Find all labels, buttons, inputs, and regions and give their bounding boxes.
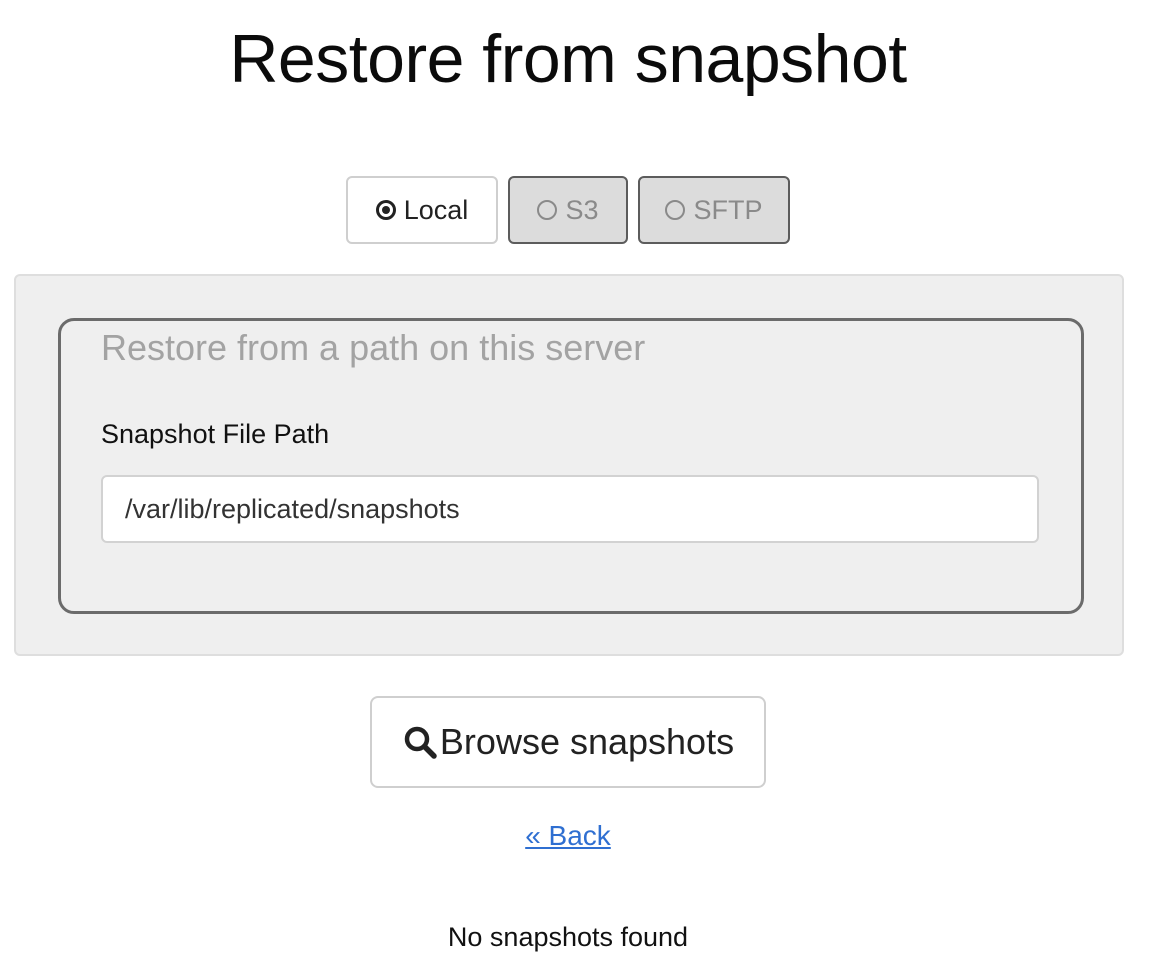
- back-link[interactable]: « Back: [525, 820, 611, 851]
- fieldset-legend: Restore from a path on this server: [101, 327, 646, 368]
- radio-unselected-icon: [665, 200, 686, 220]
- tab-local-label: Local: [403, 194, 469, 225]
- status-message: No snapshots found: [447, 922, 689, 952]
- snapshot-path-label: Snapshot File Path: [101, 419, 330, 449]
- local-source-panel: Restore from a path on this server Snaps…: [14, 274, 1124, 656]
- tab-sftp[interactable]: SFTP: [638, 176, 790, 244]
- restore-page: Restore from snapshot Local S3 SFTP Rest…: [0, 0, 1160, 972]
- local-fieldset: Restore from a path on this server Snaps…: [58, 318, 1084, 614]
- tab-local[interactable]: Local: [346, 176, 498, 244]
- browse-snapshots-button[interactable]: Browse snapshots: [370, 696, 766, 788]
- back-link-row: « Back: [0, 820, 1136, 852]
- source-tabs: Local S3 SFTP: [346, 176, 790, 244]
- tab-sftp-label: SFTP: [693, 194, 763, 225]
- snapshot-path-input[interactable]: [101, 475, 1039, 543]
- browse-snapshots-label: Browse snapshots: [439, 721, 735, 762]
- tab-s3[interactable]: S3: [508, 176, 628, 244]
- page-title: Restore from snapshot: [229, 21, 907, 97]
- search-icon: [402, 724, 438, 760]
- radio-selected-icon: [375, 200, 396, 220]
- tab-s3-label: S3: [565, 194, 599, 225]
- radio-unselected-icon: [537, 200, 558, 220]
